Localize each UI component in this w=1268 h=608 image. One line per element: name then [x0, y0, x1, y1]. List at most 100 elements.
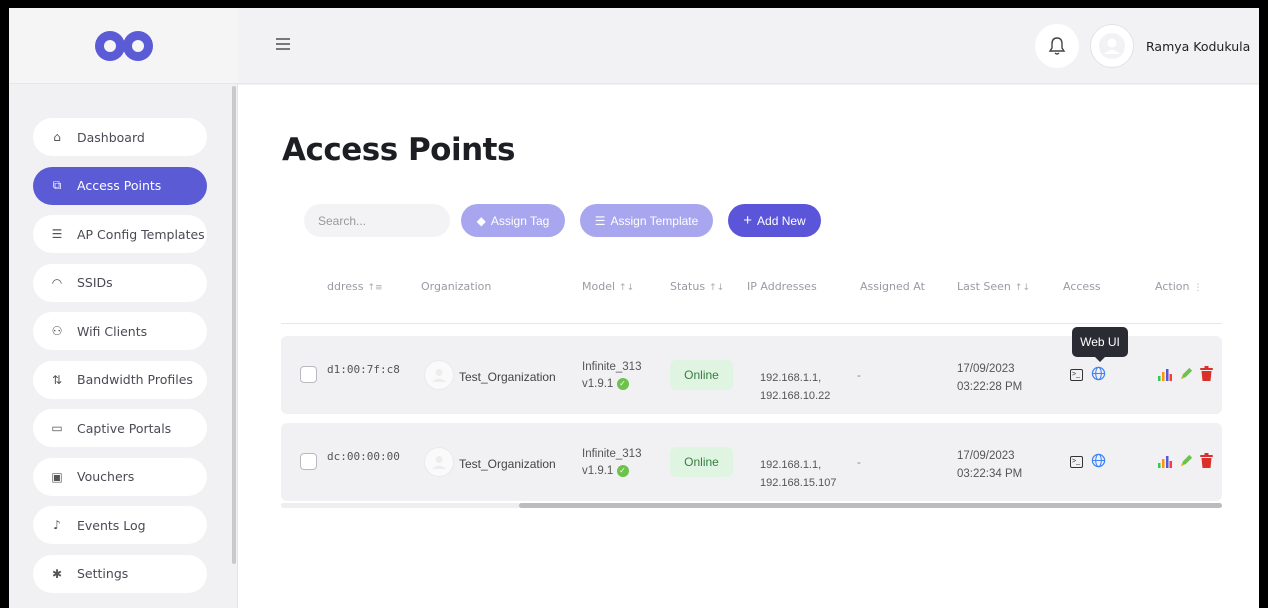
gear-icon: ✱: [51, 566, 63, 581]
column-label: Status: [670, 280, 706, 293]
sidebar-item-dashboard[interactable]: ⌂ Dashboard: [33, 118, 207, 156]
globe-icon[interactable]: [1091, 453, 1106, 468]
column-label: Last Seen: [957, 280, 1011, 293]
column-header-address[interactable]: ddress ↑≡: [327, 280, 383, 293]
delete-trash-icon[interactable]: [1200, 453, 1213, 468]
terminal-icon[interactable]: >_: [1070, 369, 1083, 381]
globe-icon[interactable]: [1091, 366, 1106, 381]
verified-check-icon: ✓: [616, 464, 629, 477]
sort-icon[interactable]: ↑↓: [1015, 283, 1030, 293]
logo-area: [9, 8, 238, 84]
column-header-status[interactable]: Status ↑↓: [670, 280, 724, 293]
sidebar-item-bandwidth-profiles[interactable]: ⇅ Bandwidth Profiles: [33, 360, 207, 399]
table-scrollbar-thumb[interactable]: [519, 503, 1222, 508]
table-row[interactable]: dc:00:00:00 Test_Organization Infinite_3…: [281, 423, 1222, 501]
column-label: IP Addresses: [747, 280, 817, 293]
last-seen-time: 03:22:34 PM: [957, 468, 1023, 480]
assigned-at: -: [857, 457, 861, 469]
edit-pencil-icon[interactable]: [1179, 453, 1194, 468]
sidebar-item-label: AP Config Templates: [77, 226, 205, 242]
organization-name: Test_Organization: [459, 370, 556, 384]
ip-addresses: 192.168.1.1, 192.168.15.107: [760, 456, 836, 492]
last-seen-date: 17/09/2023: [957, 450, 1015, 462]
sidebar-item-events-log[interactable]: ♪ Events Log: [33, 506, 207, 544]
add-new-button[interactable]: + Add New: [728, 204, 821, 237]
assign-template-label: Assign Template: [610, 213, 699, 228]
organization-avatar-icon: [424, 447, 454, 477]
row-checkbox[interactable]: [300, 366, 317, 383]
home-icon: ⌂: [53, 130, 61, 144]
column-header-model[interactable]: Model ↑↓: [582, 280, 634, 293]
access-point-icon: ⧉: [52, 178, 62, 192]
mac-address: dc:00:00:00: [327, 450, 400, 463]
list-icon: ☰: [594, 213, 606, 228]
column-label: Assigned At: [860, 280, 925, 293]
assign-template-button[interactable]: ☰ Assign Template: [580, 204, 713, 237]
column-header-access: Access: [1063, 280, 1101, 293]
column-header-organization: Organization: [421, 280, 491, 293]
sort-icon[interactable]: ↑↓: [619, 283, 634, 293]
bell-icon: ♪: [53, 518, 61, 532]
sidebar-item-ap-config-templates[interactable]: ☰ AP Config Templates: [33, 215, 207, 253]
username-label[interactable]: Ramya Kodukula: [1146, 39, 1250, 54]
last-seen: 17/09/2023 03:22:34 PM: [957, 447, 1022, 483]
sidebar-scrollbar[interactable]: [232, 86, 236, 564]
search-input[interactable]: [304, 204, 450, 237]
network-icon: ⚇: [51, 324, 63, 338]
page-title: Access Points: [282, 132, 515, 168]
stats-chart-icon[interactable]: [1158, 369, 1172, 381]
add-new-label: Add New: [757, 213, 806, 228]
column-label: Action: [1155, 280, 1190, 293]
delete-trash-icon[interactable]: [1200, 366, 1213, 381]
column-header-assigned-at: Assigned At: [860, 280, 925, 293]
sidebar-item-label: SSIDs: [77, 275, 113, 290]
arrows-updown-icon: ⇅: [51, 372, 63, 387]
column-label: ddress: [327, 280, 364, 293]
user-avatar[interactable]: [1090, 24, 1134, 68]
sidebar-item-vouchers[interactable]: ▣ Vouchers: [33, 457, 207, 496]
sidebar-item-captive-portals[interactable]: ▭ Captive Portals: [33, 409, 207, 447]
model-name: Infinite_313: [582, 361, 642, 373]
ip-address: 192.168.1.1,: [760, 372, 822, 384]
column-label: Access: [1063, 280, 1101, 293]
model-cell: Infinite_313 v1.9.1 ✓: [582, 446, 641, 480]
terminal-icon[interactable]: >_: [1070, 456, 1083, 468]
ip-address: 192.168.10.22: [760, 390, 831, 402]
assigned-at: -: [857, 370, 861, 382]
status-badge: Online: [670, 447, 733, 477]
config-list-icon: ☰: [51, 227, 63, 241]
sidebar-item-wifi-clients[interactable]: ⚇ Wifi Clients: [33, 312, 207, 350]
menu-toggle-icon[interactable]: [276, 38, 290, 50]
edit-pencil-icon[interactable]: [1179, 366, 1194, 381]
last-seen-date: 17/09/2023: [957, 363, 1015, 375]
stats-chart-icon[interactable]: [1158, 456, 1172, 468]
row-checkbox[interactable]: [300, 453, 317, 470]
sidebar-item-settings[interactable]: ✱ Settings: [33, 554, 207, 593]
column-label: Model: [582, 280, 616, 293]
more-vertical-icon[interactable]: ⋮: [1193, 283, 1202, 293]
notifications-bell-icon[interactable]: [1035, 24, 1079, 68]
monitor-icon: ▭: [51, 421, 63, 435]
column-header-last-seen[interactable]: Last Seen ↑↓: [957, 280, 1030, 293]
status-badge: Online: [670, 360, 733, 390]
sidebar-item-ssids[interactable]: ◠ SSIDs: [33, 263, 207, 302]
column-header-action[interactable]: Action ⋮: [1155, 280, 1202, 293]
sidebar-item-label: Bandwidth Profiles: [77, 372, 193, 387]
column-label: Organization: [421, 280, 492, 293]
sort-icon[interactable]: ↑≡: [367, 283, 382, 293]
sidebar-item-label: Access Points: [77, 178, 162, 193]
last-seen-time: 03:22:28 PM: [957, 381, 1023, 393]
model-cell: Infinite_313 v1.9.1 ✓: [582, 359, 641, 393]
sidebar-item-access-points[interactable]: ⧉ Access Points: [33, 166, 207, 205]
app-window: ⌂ Dashboard ⧉ Access Points ☰ AP Config …: [9, 8, 1259, 608]
sidebar-item-label: Events Log: [77, 517, 146, 533]
assign-tag-button[interactable]: ◆ Assign Tag: [461, 204, 565, 237]
sort-icon[interactable]: ↑↓: [709, 283, 724, 293]
voucher-icon: ▣: [51, 469, 63, 484]
ip-addresses: 192.168.1.1, 192.168.10.22: [760, 369, 830, 405]
ip-address: 192.168.1.1,: [760, 459, 822, 471]
sidebar-item-label: Vouchers: [77, 469, 135, 484]
verified-check-icon: ✓: [616, 377, 629, 390]
infinity-logo-icon[interactable]: [88, 28, 160, 64]
sidebar-item-label: Captive Portals: [77, 420, 172, 436]
